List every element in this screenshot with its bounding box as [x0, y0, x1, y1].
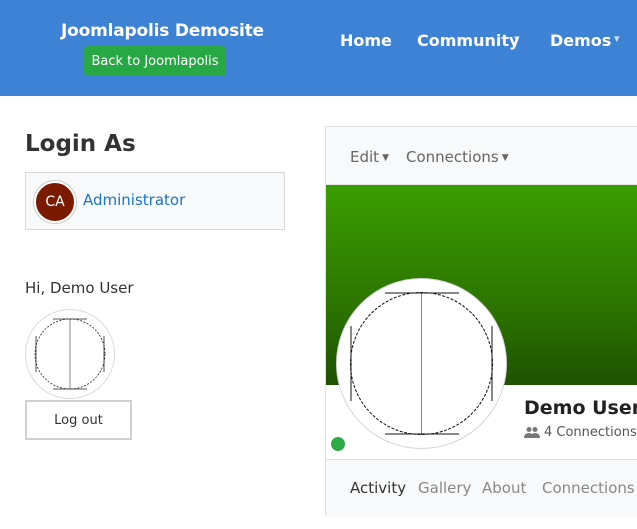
caret-down-icon: ▼ [501, 153, 509, 163]
avatar-placeholder-icon [350, 292, 493, 435]
avatar-placeholder-icon [34, 318, 106, 390]
user-avatar[interactable] [25, 309, 115, 399]
profile-tabs: Activity Gallery About Connections [326, 459, 637, 517]
logout-button[interactable]: Log out [25, 400, 132, 440]
nav-item-home[interactable]: Home [340, 31, 392, 50]
tab-about[interactable]: About [482, 479, 526, 497]
connections-menu[interactable]: Connections ▼ [406, 148, 509, 166]
site-header: Joomlapolis Demosite Back to Joomlapolis… [0, 0, 637, 96]
chevron-down-icon[interactable]: ▾ [514, 32, 520, 45]
profile-toolbar: Edit ▼ Connections ▼ [326, 127, 637, 185]
chevron-down-icon[interactable]: ▾ [614, 32, 620, 45]
nav-item-demos[interactable]: Demos [550, 31, 611, 50]
online-status-indicator [331, 437, 345, 451]
profile-name: Demo User [524, 397, 637, 419]
back-to-joomlapolis-button[interactable]: Back to Joomlapolis [84, 46, 226, 76]
profile-avatar[interactable] [336, 278, 507, 449]
login-as-administrator-link[interactable]: Administrator [83, 191, 185, 209]
admin-avatar[interactable]: CA [34, 181, 76, 223]
login-as-title: Login As [25, 131, 136, 157]
tab-gallery[interactable]: Gallery [418, 479, 471, 497]
users-icon [524, 427, 540, 438]
edit-menu-label: Edit [350, 148, 380, 166]
profile-panel: Edit ▼ Connections ▼ Demo User 4 Connectio… [325, 126, 637, 517]
connections-menu-label: Connections [406, 148, 499, 166]
caret-down-icon: ▼ [382, 153, 389, 163]
tab-activity[interactable]: Activity [350, 479, 406, 497]
edit-menu[interactable]: Edit ▼ [350, 148, 389, 166]
nav-item-community[interactable]: Community [417, 31, 519, 50]
tab-connections[interactable]: Connections [542, 479, 635, 497]
profile-connections[interactable]: 4 Connections [524, 425, 637, 440]
login-as-list: CA Administrator [25, 172, 285, 230]
connections-count: 4 Connections [544, 425, 637, 440]
greeting-text: Hi, Demo User [25, 279, 134, 297]
site-brand[interactable]: Joomlapolis Demosite [61, 21, 264, 41]
